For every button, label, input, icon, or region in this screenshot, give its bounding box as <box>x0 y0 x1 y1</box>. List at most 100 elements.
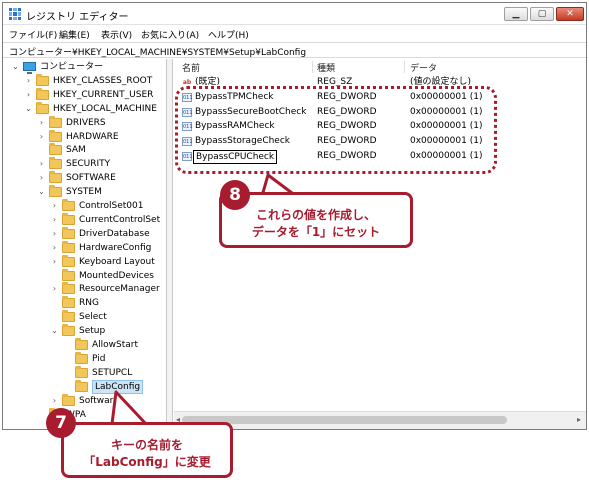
callout-8-line-2: データを「1」にセット <box>251 225 381 239</box>
minimize-icon: ▁ <box>512 9 520 19</box>
chevron-right-icon[interactable]: › <box>50 213 59 227</box>
tree-item[interactable]: › Software <box>3 393 166 408</box>
address-path: コンピューター¥HKEY_LOCAL_MACHINE¥SYSTEM¥Setup¥… <box>9 48 307 58</box>
folder-icon <box>62 240 75 253</box>
chevron-down-icon[interactable]: ⌄ <box>50 324 59 338</box>
tree-item-label: ControlSet001 <box>79 201 144 211</box>
maximize-button[interactable]: ▢ <box>530 7 554 21</box>
tree-item-label: Pid <box>92 353 106 364</box>
tree-item[interactable]: SETUPCL <box>3 365 166 380</box>
chevron-right-icon[interactable]: › <box>50 255 59 269</box>
chevron-right-icon[interactable]: › <box>50 199 59 213</box>
horizontal-scrollbar[interactable]: ◂ ▸ <box>174 411 586 429</box>
tree-item-label: RNG <box>79 298 99 309</box>
chevron-down-icon[interactable]: ⌄ <box>37 185 46 199</box>
folder-icon <box>49 129 62 142</box>
tree-item[interactable]: SAM <box>3 143 166 157</box>
chevron-right-icon[interactable]: › <box>37 171 46 185</box>
tree-item[interactable]: Pid <box>3 351 166 366</box>
tree-item-label: HKEY_CURRENT_USER <box>53 89 154 100</box>
folder-icon <box>49 185 62 198</box>
folder-icon <box>49 115 62 128</box>
tree-item-label: DRIVERS <box>66 117 106 128</box>
tree-item-label: Select <box>79 312 107 323</box>
menu-edit[interactable]: 編集(E) <box>59 28 90 41</box>
tree-item[interactable]: MountedDevices <box>3 268 166 283</box>
computer-icon <box>23 62 36 74</box>
step-7-badge: 7 <box>46 408 76 438</box>
tree-item[interactable]: › HardwareConfig <box>3 240 166 255</box>
column-divider[interactable] <box>312 61 313 73</box>
folder-icon <box>62 296 75 309</box>
chevron-right-icon[interactable]: › <box>50 282 59 296</box>
menu-view[interactable]: 表示(V) <box>101 28 132 41</box>
tree-item-label: HKEY_LOCAL_MACHINE <box>53 103 157 114</box>
tree-item[interactable]: › HKEY_CLASSES_ROOT <box>3 73 166 88</box>
folder-icon <box>62 393 75 406</box>
tree-item-label: HARDWARE <box>66 131 119 142</box>
tree-item[interactable]: › CurrentControlSet <box>3 212 166 227</box>
tree-item[interactable]: AllowStart <box>3 338 166 352</box>
close-icon: ✕ <box>566 9 574 19</box>
tree-item[interactable]: › Keyboard Layout <box>3 254 166 269</box>
tree-item-label: SOFTWARE <box>66 173 116 184</box>
scrollbar-thumb[interactable] <box>182 416 507 424</box>
tree-item-label: DriverDatabase <box>79 228 150 239</box>
tree-item[interactable]: WPA <box>3 407 166 422</box>
tree-item[interactable]: ⌄ コンピューター <box>3 60 166 74</box>
tree-item[interactable]: › SECURITY <box>3 157 166 171</box>
tree-item[interactable]: ⌄ HKEY_LOCAL_MACHINE <box>3 101 166 116</box>
tree-item[interactable]: › DriverDatabase <box>3 226 166 241</box>
tree-item-label: SYSTEM <box>66 187 102 198</box>
chevron-right-icon[interactable]: › <box>50 241 59 255</box>
tree-item-label: Software <box>79 395 119 406</box>
tree-item[interactable]: LabConfig <box>3 379 166 394</box>
chevron-down-icon[interactable]: ⌄ <box>24 102 33 116</box>
pane-splitter[interactable] <box>167 59 173 429</box>
folder-icon <box>62 226 75 239</box>
callout-8-line-1: これらの値を作成し、 <box>255 208 376 222</box>
tree-item[interactable]: › ResourceManager <box>3 282 166 296</box>
folder-icon <box>62 282 75 295</box>
key-tree: ⌄ コンピューター › HKEY_CLASSES_ROOT › HKEY_CURRENT_… <box>3 59 167 429</box>
folder-icon <box>62 199 75 211</box>
tree-item[interactable]: › SOFTWARE <box>3 171 166 185</box>
column-header-type[interactable]: 種類 <box>317 61 335 74</box>
chevron-right-icon[interactable]: › <box>37 157 46 171</box>
folder-icon <box>75 351 88 364</box>
tree-item[interactable]: › ControlSet001 <box>3 199 166 213</box>
tree-item[interactable]: Select <box>3 310 166 324</box>
chevron-right-icon[interactable]: › <box>24 88 33 102</box>
column-divider[interactable] <box>404 61 405 73</box>
column-header-data[interactable]: データ <box>410 61 437 74</box>
folder-icon <box>75 365 88 378</box>
chevron-down-icon[interactable]: ⌄ <box>11 60 20 74</box>
tree-item-label: SECURITY <box>66 159 111 170</box>
chevron-right-icon[interactable]: › <box>50 227 59 241</box>
menu-favorites[interactable]: お気に入り(A) <box>141 28 199 41</box>
minimize-button[interactable]: ▁ <box>504 7 528 21</box>
tree-item-label: Keyboard Layout <box>79 256 155 267</box>
address-bar[interactable]: コンピューター¥HKEY_LOCAL_MACHINE¥SYSTEM¥Setup¥… <box>3 42 586 58</box>
chevron-right-icon[interactable]: › <box>24 74 33 88</box>
tree-item[interactable]: ⌄ SYSTEM <box>3 185 166 199</box>
scroll-right-icon[interactable]: ▸ <box>577 415 581 424</box>
step-8-badge: 8 <box>220 180 250 210</box>
tree-item[interactable]: › DRIVERS <box>3 115 166 130</box>
tree-item[interactable]: ⌄ Setup <box>3 324 166 338</box>
chevron-right-icon[interactable]: › <box>50 394 59 408</box>
chevron-right-icon[interactable]: › <box>37 130 46 144</box>
close-button[interactable]: ✕ <box>556 7 584 21</box>
folder-icon <box>62 254 75 267</box>
menu-file[interactable]: ファイル(F) <box>9 28 57 41</box>
column-header-name[interactable]: 名前 <box>182 61 200 74</box>
tree-item-label: AllowStart <box>92 340 139 350</box>
menu-help[interactable]: ヘルプ(H) <box>208 28 249 41</box>
tree-item[interactable]: › HKEY_CURRENT_USER <box>3 87 166 102</box>
chevron-right-icon[interactable]: › <box>37 116 46 130</box>
callout-7-line-2: 「LabConfig」に変更 <box>83 455 211 469</box>
tree-item[interactable]: › HARDWARE <box>3 129 166 144</box>
folder-icon <box>62 324 75 337</box>
tree-item[interactable]: RNG <box>3 296 166 310</box>
folder-icon <box>62 310 75 323</box>
